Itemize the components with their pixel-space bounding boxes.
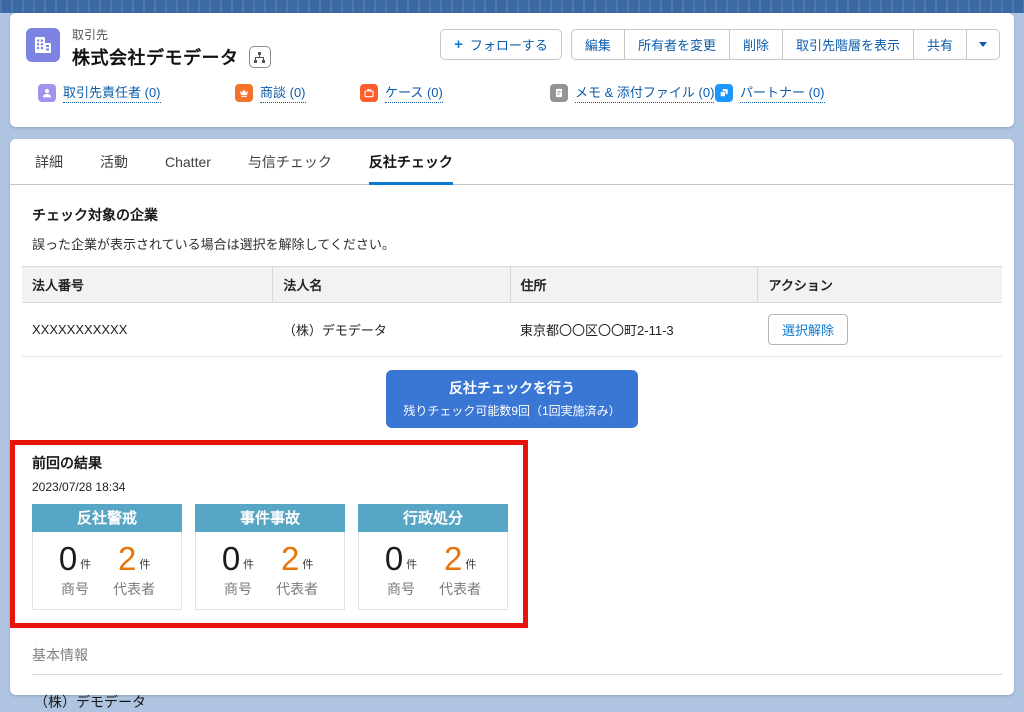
basic-info-company-name: （株）デモデータ [34, 694, 146, 711]
opportunity-icon [235, 83, 253, 102]
page: 取引先 株式会社デモデータ + フォローする 編集 所有者を変更 削除 取引先階… [0, 0, 1024, 712]
related-link-notes-attachments[interactable]: メモ & 添付ファイル (0) [550, 82, 715, 103]
unit-label: 件 [139, 559, 151, 572]
result-card-title: 行政処分 [358, 504, 508, 532]
result-cards: 反社警戒 0件 商号 2件 代表者 事件事故 0 件 商号 2 件 代表者 行政… [32, 504, 513, 611]
annotation-highlight-previous-result: 前回の結果 2023/07/28 18:34 反社警戒 0件 商号 2件 代表者… [10, 440, 528, 629]
tab-bar: 詳細 活動 Chatter 与信チェック 反社チェック [10, 139, 1014, 185]
representative-count: 2 [280, 540, 300, 577]
basic-info-heading: 基本情報 [32, 647, 88, 664]
company-count: 0 [384, 540, 404, 577]
cell-corporate-number: XXXXXXXXXXX [22, 302, 273, 357]
page-title: 株式会社デモデータ [72, 48, 239, 68]
top-decoration-bar [0, 0, 1024, 13]
divider [32, 674, 1002, 676]
unit-label: 件 [465, 559, 477, 572]
run-antisocial-check-button[interactable]: 反社チェックを行う 残りチェック可能数9回（1回実施済み） [386, 370, 638, 428]
title-block: 取引先 株式会社デモデータ [72, 26, 271, 70]
company-count: 0 [58, 540, 78, 577]
result-card-antisocial-alert: 反社警戒 0件 商号 2件 代表者 [32, 504, 182, 611]
result-card-administrative-action: 行政処分 0件 商号 2件 代表者 [358, 504, 508, 611]
change-owner-button[interactable]: 所有者を変更 [623, 29, 730, 60]
more-actions-button[interactable] [966, 29, 1000, 60]
previous-result-heading: 前回の結果 [32, 455, 102, 471]
result-card-title: 事件事故 [195, 504, 345, 532]
stat-representative: 2件 代表者 [276, 540, 319, 599]
company-count: 0 [221, 540, 241, 577]
share-button[interactable]: 共有 [912, 29, 967, 60]
tab-antisocial-check[interactable]: 反社チェック [368, 139, 453, 185]
tab-activity[interactable]: 活動 [100, 139, 128, 185]
related-link-cases[interactable]: ケース (0) [360, 82, 443, 103]
action-button-group: 編集 所有者を変更 削除 取引先階層を表示 共有 [570, 29, 1000, 60]
stat-representative: 2件 代表者 [439, 540, 482, 599]
stat-company: 0件 商号 [221, 540, 255, 599]
tab-credit-check[interactable]: 与信チェック [248, 139, 332, 185]
unit-label: 件 [302, 559, 314, 572]
column-corporate-number: 法人番号 [22, 266, 273, 303]
delete-button[interactable]: 削除 [728, 29, 783, 60]
stat-representative: 2件 代表者 [113, 540, 156, 599]
column-corporate-name: 法人名 [272, 266, 511, 303]
company-label: 商号 [223, 581, 252, 598]
notes-icon [550, 83, 568, 102]
follow-button[interactable]: + フォローする [440, 29, 562, 60]
check-target-heading: チェック対象の企業 [32, 207, 158, 223]
column-action: アクション [757, 266, 1002, 303]
unit-label: 件 [80, 559, 92, 572]
related-link-contacts[interactable]: 取引先責任者 (0) [38, 82, 161, 103]
case-icon [360, 83, 378, 102]
cell-corporate-name: （株）デモデータ [272, 302, 511, 357]
unit-label: 件 [406, 559, 418, 572]
contact-icon [38, 83, 56, 102]
table-row: XXXXXXXXXXX （株）デモデータ 東京都〇〇区〇〇町2-11-3 選択解… [22, 302, 1002, 357]
company-label: 商号 [386, 581, 415, 598]
representative-label: 代表者 [439, 581, 482, 598]
related-link-partners[interactable]: パートナー (0) [715, 82, 825, 103]
related-list-quicklinks: 取引先責任者 (0) 商談 (0) ケース (0) メモ & 添付ファイル (0… [10, 70, 1014, 114]
check-target-description: 誤った企業が表示されている場合は選択を解除してください。 [32, 237, 395, 252]
previous-result-timestamp: 2023/07/28 18:34 [32, 480, 126, 494]
record-header-card: 取引先 株式会社デモデータ + フォローする 編集 所有者を変更 削除 取引先階… [10, 13, 1014, 127]
account-icon [26, 28, 60, 62]
stat-company: 0件 商号 [384, 540, 418, 599]
edit-button[interactable]: 編集 [570, 29, 625, 60]
chevron-down-icon [979, 42, 987, 47]
unit-label: 件 [243, 559, 255, 572]
representative-label: 代表者 [113, 581, 156, 598]
check-target-table: 法人番号 法人名 住所 アクション XXXXXXXXXXX （株）デモデータ 東… [22, 266, 1002, 357]
hierarchy-icon[interactable] [248, 46, 271, 68]
header-actions: + フォローする 編集 所有者を変更 削除 取引先階層を表示 共有 [440, 29, 1000, 60]
cell-address: 東京都〇〇区〇〇町2-11-3 [510, 302, 758, 357]
result-card-incidents: 事件事故 0件 商号 2件 代表者 [195, 504, 345, 611]
record-detail-card: 詳細 活動 Chatter 与信チェック 反社チェック チェック対象の企業 誤っ… [10, 139, 1014, 710]
tab-content: チェック対象の企業 誤った企業が表示されている場合は選択を解除してください。 法… [10, 185, 1014, 712]
partner-icon [715, 83, 733, 102]
representative-count: 2 [117, 540, 137, 577]
related-link-opportunities[interactable]: 商談 (0) [235, 82, 306, 103]
plus-icon: + [454, 36, 463, 53]
company-label: 商号 [60, 581, 89, 598]
entity-label: 取引先 [72, 28, 109, 42]
representative-count: 2 [443, 540, 463, 577]
record-header: 取引先 株式会社デモデータ + フォローする 編集 所有者を変更 削除 取引先階… [10, 13, 1014, 70]
result-card-title: 反社警戒 [32, 504, 182, 532]
deselect-button[interactable]: 選択解除 [767, 314, 848, 345]
show-hierarchy-button[interactable]: 取引先階層を表示 [781, 29, 914, 60]
representative-label: 代表者 [276, 581, 319, 598]
table-header-row: 法人番号 法人名 住所 アクション [22, 266, 1002, 303]
stat-company: 0件 商号 [58, 540, 92, 599]
tab-details[interactable]: 詳細 [35, 139, 63, 185]
column-address: 住所 [509, 266, 758, 303]
tab-chatter[interactable]: Chatter [165, 139, 211, 185]
